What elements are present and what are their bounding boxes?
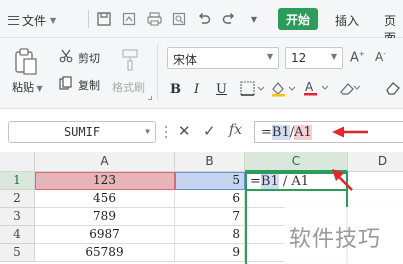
edit-operator: /: [278, 174, 292, 189]
chevron-down-icon: ▼: [266, 52, 273, 61]
font-size-select[interactable]: 12 ▼: [285, 47, 343, 69]
file-menu-label: 文件: [22, 13, 47, 28]
annotation-arrow-icon: [332, 126, 368, 138]
bold-button[interactable]: B: [170, 82, 181, 97]
tab-insert[interactable]: 插入: [335, 12, 359, 29]
edit-prefix: =: [250, 174, 261, 189]
row-header-2[interactable]: 2: [0, 190, 35, 208]
font-name-select[interactable]: 宋体 ▼: [167, 47, 279, 69]
increase-font-icon[interactable]: A+: [350, 50, 365, 65]
redo-icon[interactable]: [221, 11, 237, 27]
clear-format-icon[interactable]: [337, 80, 361, 99]
copy-icon[interactable]: [59, 76, 73, 93]
name-box-value: SUMIF: [63, 125, 101, 139]
name-box[interactable]: SUMIF ▼: [8, 121, 156, 143]
cell-d1[interactable]: [348, 172, 403, 190]
divider: [88, 10, 89, 28]
row-header-3[interactable]: 3: [0, 208, 35, 226]
menu-icon: [8, 15, 19, 25]
cut-button[interactable]: 剪切: [78, 50, 100, 66]
paste-button[interactable]: 粘贴 ▼: [12, 79, 43, 95]
cell-b2[interactable]: 6: [175, 190, 245, 208]
underline-button[interactable]: U: [216, 82, 227, 97]
font-size-value: 12: [291, 51, 307, 65]
row-header-5[interactable]: 5: [0, 244, 35, 262]
clipboard-launcher-icon[interactable]: [148, 96, 152, 100]
cut-icon[interactable]: [59, 49, 73, 66]
font-color-icon[interactable]: A: [303, 80, 331, 100]
formula-bar: SUMIF ▼ ✕ ✓ fx =B1/A1: [0, 108, 403, 152]
paste-icon[interactable]: [14, 48, 38, 79]
edit-ref-a1: A1: [291, 174, 310, 189]
customize-chevron-icon[interactable]: ▼: [246, 11, 262, 27]
cell-b5[interactable]: 9: [175, 244, 245, 262]
formula-prefix: =: [261, 125, 272, 140]
decrease-font-icon[interactable]: A-: [375, 50, 386, 64]
fill-color-icon[interactable]: [270, 81, 298, 100]
svg-text:A: A: [305, 80, 314, 94]
tab-start[interactable]: 开始: [278, 8, 318, 30]
cell-d2[interactable]: [348, 190, 403, 208]
italic-button[interactable]: I: [194, 82, 199, 97]
save-icon[interactable]: [96, 11, 112, 27]
row-header-1[interactable]: 1: [0, 172, 35, 190]
font-name-value: 宋体: [173, 53, 198, 67]
format-painter-button[interactable]: 格式刷: [112, 79, 145, 95]
confirm-icon[interactable]: ✓: [203, 122, 216, 140]
cell-a3[interactable]: 789: [35, 208, 175, 226]
format-painter-icon[interactable]: [121, 48, 139, 75]
eraser-icon[interactable]: [383, 80, 401, 99]
chevron-down-icon: ▼: [50, 15, 57, 25]
splitter-handle[interactable]: [165, 122, 171, 142]
formula-ref-a1: A1: [294, 125, 312, 140]
cancel-icon[interactable]: ✕: [178, 122, 191, 140]
file-menu[interactable]: 文件 ▼: [8, 11, 56, 29]
chevron-down-icon: ▼: [330, 52, 337, 61]
print-icon[interactable]: [146, 11, 162, 27]
annotation-arrow-icon: [332, 169, 353, 191]
border-icon[interactable]: [240, 81, 266, 100]
select-all-corner[interactable]: [0, 152, 35, 172]
column-header-d[interactable]: D: [348, 152, 403, 172]
cell-a2[interactable]: 456: [35, 190, 175, 208]
paste-label: 粘贴: [12, 81, 34, 94]
reference-outline-a1: [35, 172, 175, 190]
cell-a5[interactable]: 65789: [35, 244, 175, 262]
divider: [157, 44, 158, 100]
copy-button[interactable]: 复制: [78, 77, 100, 93]
column-header-a[interactable]: A: [35, 152, 175, 172]
cell-b4[interactable]: 8: [175, 226, 245, 244]
formula-ref-b1: B1: [271, 125, 290, 140]
column-header-b[interactable]: B: [175, 152, 245, 172]
preview-icon[interactable]: [171, 11, 187, 27]
row-header-4[interactable]: 4: [0, 226, 35, 244]
watermark: 软件技巧: [285, 207, 403, 264]
edit-ref-b1: B1: [260, 174, 279, 189]
insert-function-button[interactable]: fx: [229, 122, 242, 138]
reference-outline-b1: [175, 172, 245, 190]
undo-icon[interactable]: [196, 11, 212, 27]
ribbon: 粘贴 ▼ 剪切 复制 格式刷 宋体 ▼ 12 ▼ A+ A- B I U A: [0, 38, 403, 108]
chevron-down-icon: ▼: [145, 127, 150, 136]
cell-a4[interactable]: 6987: [35, 226, 175, 244]
export-icon[interactable]: [121, 11, 137, 27]
formula-input[interactable]: =B1/A1: [254, 121, 403, 143]
cell-b3[interactable]: 7: [175, 208, 245, 226]
title-bar: 文件 ▼ ▼ 开始 插入 页面: [0, 0, 403, 45]
